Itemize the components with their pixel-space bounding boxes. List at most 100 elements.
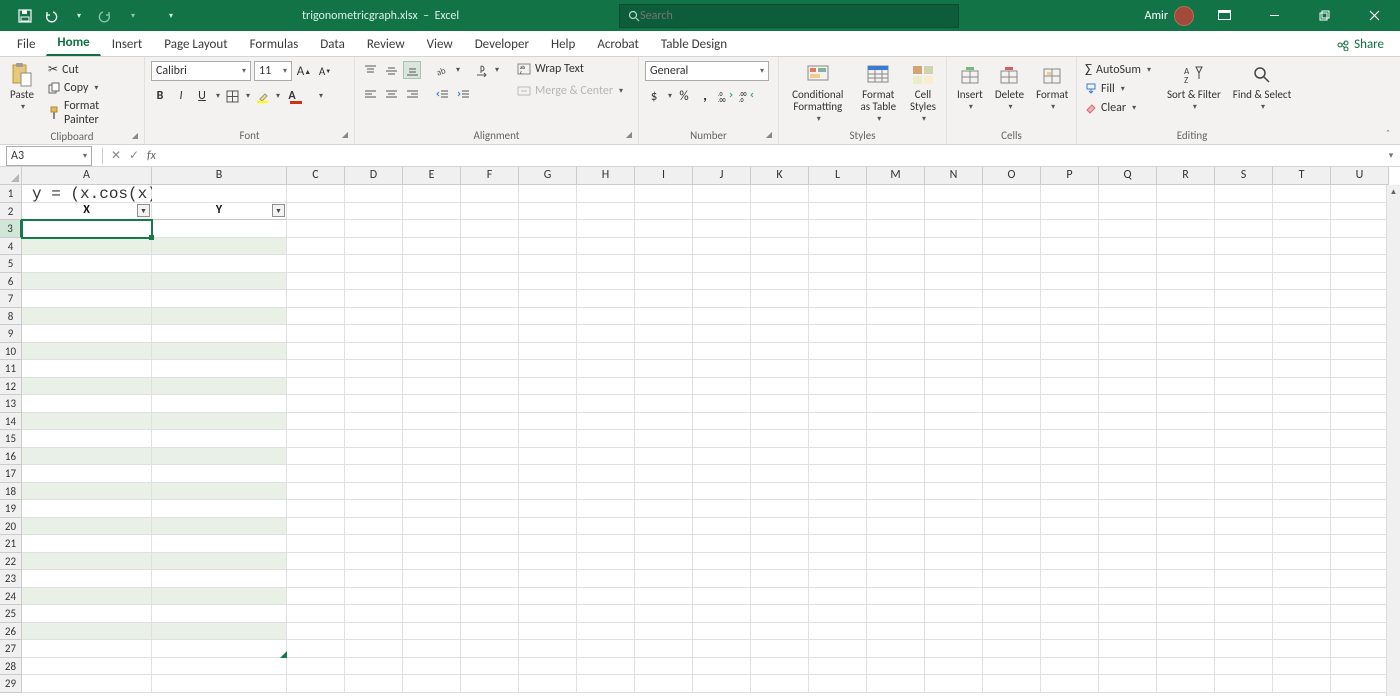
cell-P18[interactable] [1041, 483, 1099, 501]
cell-R23[interactable] [1157, 570, 1215, 588]
cell-K23[interactable] [751, 570, 809, 588]
cell-K12[interactable] [751, 378, 809, 396]
cell-M1[interactable] [867, 185, 925, 203]
col-header-E[interactable]: E [403, 167, 461, 185]
cell-K20[interactable] [751, 518, 809, 536]
cell-L14[interactable] [809, 413, 867, 431]
cell-F12[interactable] [461, 378, 519, 396]
cell-G23[interactable] [519, 570, 577, 588]
cell-G19[interactable] [519, 500, 577, 518]
cell-B25[interactable] [152, 605, 287, 623]
cell-M9[interactable] [867, 325, 925, 343]
align-bottom-icon[interactable] [403, 61, 421, 79]
cell-M16[interactable] [867, 448, 925, 466]
cell-D7[interactable] [345, 290, 403, 308]
cell-C11[interactable] [287, 360, 345, 378]
cell-C24[interactable] [287, 588, 345, 606]
cell-U25[interactable] [1331, 605, 1389, 623]
cell-N12[interactable] [925, 378, 983, 396]
number-format-select[interactable]: General▾ [645, 61, 769, 81]
tab-help[interactable]: Help [540, 32, 586, 56]
cell-I16[interactable] [635, 448, 693, 466]
ribbon-display-options-icon[interactable] [1204, 0, 1244, 31]
cell-N14[interactable] [925, 413, 983, 431]
cell-L28[interactable] [809, 658, 867, 676]
cell-Q9[interactable] [1099, 325, 1157, 343]
cell-U14[interactable] [1331, 413, 1389, 431]
cell-A19[interactable] [22, 500, 152, 518]
cell-O13[interactable] [983, 395, 1041, 413]
cell-styles-button[interactable]: Cell Styles▾ [906, 61, 940, 126]
cell-D18[interactable] [345, 483, 403, 501]
cell-Q22[interactable] [1099, 553, 1157, 571]
cell-I19[interactable] [635, 500, 693, 518]
row-header-15[interactable]: 15 [0, 430, 22, 448]
cell-C16[interactable] [287, 448, 345, 466]
cell-L9[interactable] [809, 325, 867, 343]
cell-B6[interactable] [152, 273, 287, 291]
cell-G26[interactable] [519, 623, 577, 641]
cell-J25[interactable] [693, 605, 751, 623]
cell-R9[interactable] [1157, 325, 1215, 343]
cell-B7[interactable] [152, 290, 287, 308]
cell-H4[interactable] [577, 238, 635, 256]
cell-A24[interactable] [22, 588, 152, 606]
cell-F24[interactable] [461, 588, 519, 606]
row-header-12[interactable]: 12 [0, 378, 22, 396]
clipboard-launcher-icon[interactable]: ◢ [132, 131, 138, 141]
cell-G13[interactable] [519, 395, 577, 413]
cell-R29[interactable] [1157, 675, 1215, 693]
cell-Q24[interactable] [1099, 588, 1157, 606]
cell-D21[interactable] [345, 535, 403, 553]
cell-I25[interactable] [635, 605, 693, 623]
cell-F21[interactable] [461, 535, 519, 553]
cell-A7[interactable] [22, 290, 152, 308]
cell-P22[interactable] [1041, 553, 1099, 571]
cell-J11[interactable] [693, 360, 751, 378]
cut-button[interactable]: ✂Cut [46, 61, 138, 78]
cell-M5[interactable] [867, 255, 925, 273]
cell-G21[interactable] [519, 535, 577, 553]
cell-T19[interactable] [1273, 500, 1331, 518]
cell-P26[interactable] [1041, 623, 1099, 641]
cell-P6[interactable] [1041, 273, 1099, 291]
cell-P16[interactable] [1041, 448, 1099, 466]
decrease-indent-icon[interactable] [433, 85, 451, 103]
cell-N13[interactable] [925, 395, 983, 413]
cell-F7[interactable] [461, 290, 519, 308]
autosum-button[interactable]: ∑AutoSum▾ [1083, 61, 1153, 78]
cell-D3[interactable] [345, 220, 403, 238]
cell-F4[interactable] [461, 238, 519, 256]
cell-S16[interactable] [1215, 448, 1273, 466]
cell-F9[interactable] [461, 325, 519, 343]
cell-U17[interactable] [1331, 465, 1389, 483]
cell-C20[interactable] [287, 518, 345, 536]
cell-L26[interactable] [809, 623, 867, 641]
cell-C14[interactable] [287, 413, 345, 431]
cell-D4[interactable] [345, 238, 403, 256]
cell-C5[interactable] [287, 255, 345, 273]
expand-formula-bar-icon[interactable]: ▾ [1382, 150, 1400, 161]
cell-B19[interactable] [152, 500, 287, 518]
cell-B17[interactable] [152, 465, 287, 483]
cell-I28[interactable] [635, 658, 693, 676]
cell-P28[interactable] [1041, 658, 1099, 676]
cell-F19[interactable] [461, 500, 519, 518]
cell-A21[interactable] [22, 535, 152, 553]
cell-H10[interactable] [577, 343, 635, 361]
cell-O8[interactable] [983, 308, 1041, 326]
cell-E5[interactable] [403, 255, 461, 273]
cell-M14[interactable] [867, 413, 925, 431]
cell-U1[interactable] [1331, 185, 1389, 203]
cell-J17[interactable] [693, 465, 751, 483]
row-header-23[interactable]: 23 [0, 570, 22, 588]
cell-F14[interactable] [461, 413, 519, 431]
cell-Q26[interactable] [1099, 623, 1157, 641]
cell-K3[interactable] [751, 220, 809, 238]
cell-P14[interactable] [1041, 413, 1099, 431]
col-header-C[interactable]: C [287, 167, 345, 185]
cell-I12[interactable] [635, 378, 693, 396]
cell-H16[interactable] [577, 448, 635, 466]
cell-O21[interactable] [983, 535, 1041, 553]
decrease-font-icon[interactable]: A▼ [316, 62, 334, 80]
